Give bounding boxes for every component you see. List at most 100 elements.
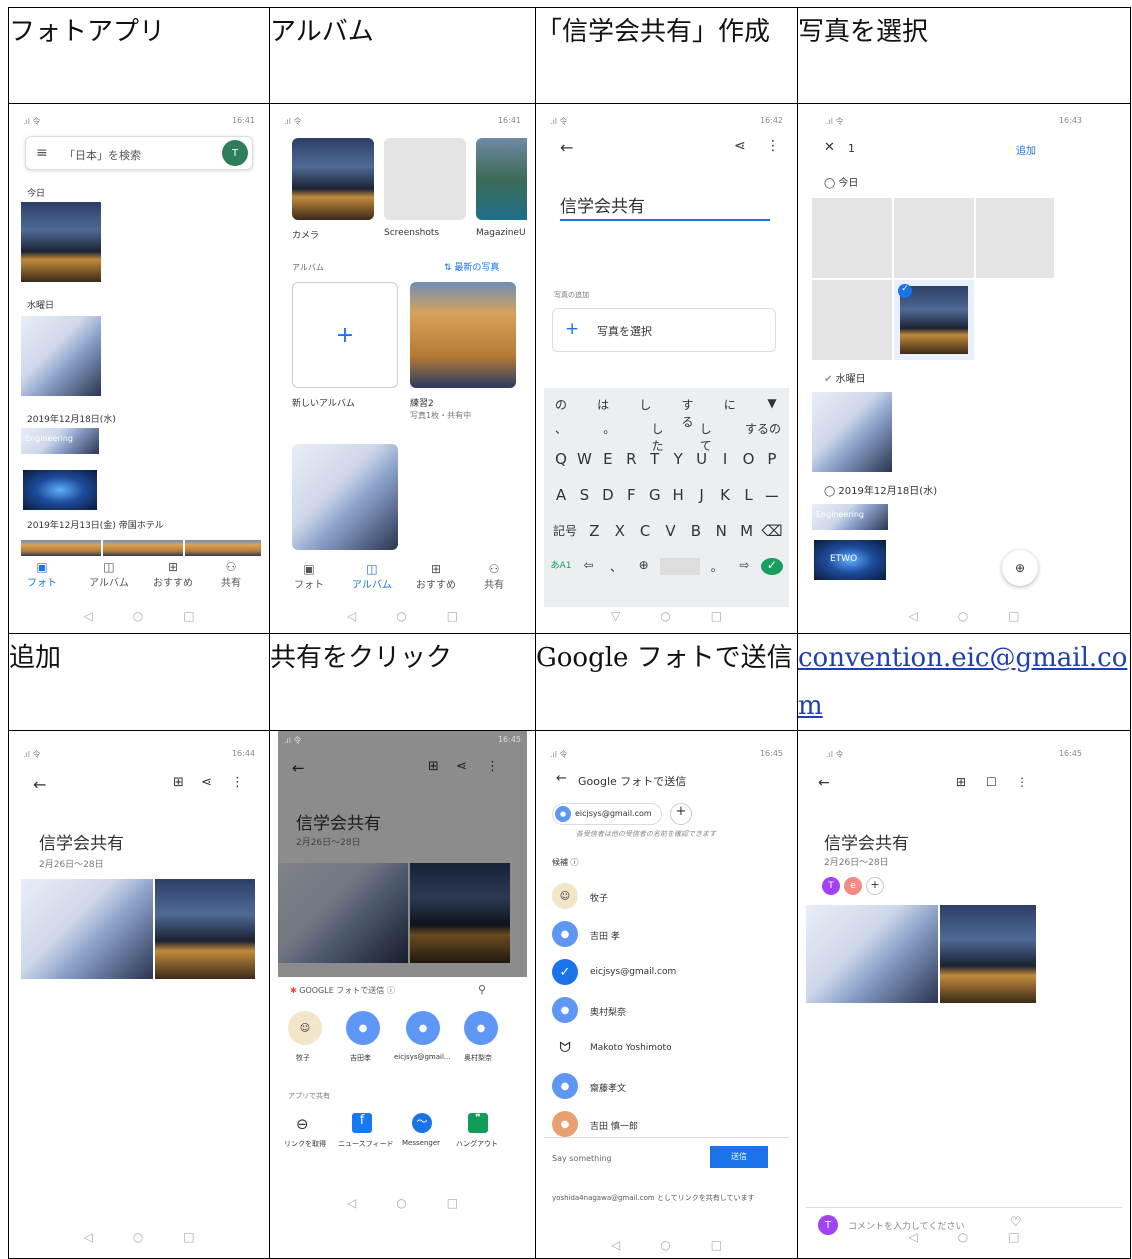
suggestion-row-2[interactable]: 、。した して するの (550, 420, 783, 454)
send-button[interactable]: 送信 (710, 1146, 768, 1168)
search-icon[interactable]: ⚲ (478, 983, 486, 996)
tab-sharing[interactable]: ⚇ 共有 (221, 560, 241, 589)
photo-thumb[interactable] (21, 540, 101, 556)
rabbit-avatar-icon[interactable]: ᗢ (552, 1035, 578, 1061)
photo-thumb[interactable] (103, 540, 183, 556)
album-thumb[interactable] (292, 444, 398, 550)
section-label[interactable]: ◯ 2019年12月18日(水) (824, 482, 937, 497)
more-icon[interactable]: ⋮ (1016, 775, 1028, 789)
section-label[interactable]: ◯ 今日 (824, 174, 858, 189)
key-row-q[interactable]: QWERTYUIOP (550, 450, 783, 468)
dialog-title: Google フォトで送信 (578, 775, 687, 788)
key-row-bottom[interactable]: あA1 ⇦、 ⊕ 。 ⇨ ✓ (550, 558, 783, 575)
contact-avatar[interactable]: ● (552, 1073, 578, 1099)
avatar[interactable]: T (222, 140, 248, 166)
hangouts-icon[interactable]: ❞ (468, 1113, 488, 1133)
contact-name[interactable]: 吉田 慎一郎 (590, 1119, 638, 1132)
contact-avatar[interactable]: ● (552, 1111, 578, 1137)
link-icon[interactable]: ⊖ (296, 1115, 309, 1133)
contact-avatar[interactable]: ● (552, 921, 578, 947)
photo-thumb[interactable] (894, 198, 974, 278)
section-label: アルバム (292, 263, 324, 272)
folder-thumb[interactable] (476, 138, 527, 220)
add-button[interactable]: 追加 (1016, 142, 1036, 157)
member-avatar[interactable]: e (844, 877, 862, 895)
contact-avatar[interactable]: ● (406, 1011, 440, 1045)
tab-photos[interactable]: ▣ フォト (294, 562, 324, 591)
photo-thumb[interactable] (812, 280, 892, 360)
photo-thumb[interactable] (21, 316, 101, 396)
photo-thumb-selected[interactable]: ✓ (894, 280, 974, 360)
contact-name[interactable]: eicjsys@gmail.com (590, 967, 676, 977)
tab-suggest[interactable]: ⊞ おすすめ (153, 560, 193, 589)
contact-avatar[interactable]: ☺ (288, 1011, 322, 1045)
search-input[interactable]: 「日本」を検索 (64, 147, 141, 163)
back-arrow-icon[interactable]: ← (556, 771, 567, 786)
member-avatar[interactable]: T (822, 877, 840, 895)
share-icon[interactable]: ⋖ (734, 138, 746, 154)
folder-thumb[interactable] (384, 138, 466, 220)
back-arrow-icon[interactable]: ← (818, 775, 830, 791)
select-photos-button[interactable]: + 写真を選択 (552, 308, 776, 352)
photo-thumb[interactable] (812, 392, 892, 472)
signal-icon: .ıl 令 (284, 117, 302, 126)
album-thumb[interactable] (410, 282, 516, 388)
contact-name[interactable]: 吉田 孝 (590, 929, 620, 942)
key-row-a[interactable]: ASDFGHJKLー (550, 486, 783, 507)
key-row-z[interactable]: 記号 Z X C V B N M ⌫ (550, 522, 783, 540)
email-link[interactable]: convention.eic@gmail.com (798, 643, 1127, 721)
photo-thumb[interactable] (21, 879, 153, 979)
folder-thumb[interactable] (292, 138, 374, 220)
more-icon[interactable]: ⋮ (231, 775, 244, 790)
facebook-icon[interactable]: f (352, 1113, 372, 1133)
recipient-chip[interactable]: ● eicjsys@gmail.com (552, 803, 662, 825)
photo-thumb[interactable] (806, 905, 938, 1003)
share-icon[interactable]: ⋖ (201, 775, 212, 790)
album-title-field[interactable]: 信学会共有 (560, 192, 770, 221)
photo-thumb[interactable] (21, 202, 101, 282)
close-icon[interactable]: ✕ (824, 140, 835, 155)
new-album-button[interactable]: + (292, 282, 398, 388)
message-input[interactable]: Say something (552, 1154, 612, 1163)
contact-avatar[interactable]: ☺ (552, 883, 578, 909)
contact-avatar[interactable]: ● (464, 1011, 498, 1045)
add-photo-icon[interactable]: ⊞ (956, 775, 966, 789)
tab-photos[interactable]: ▣ フォト (27, 560, 57, 589)
tab-albums[interactable]: ◫ アルバム (352, 562, 392, 591)
more-icon[interactable]: ⋮ (766, 138, 780, 154)
latest-photos-button[interactable]: ⇅ 最新の写真 (444, 260, 499, 273)
tab-suggest[interactable]: ⊞ おすすめ (416, 562, 456, 591)
menu-icon[interactable]: ≡ (36, 145, 48, 161)
recents-icon: □ (183, 1230, 195, 1244)
photo-thumb[interactable] (185, 540, 261, 556)
photo-thumb[interactable] (812, 198, 892, 278)
date-range: 2月26日〜28日 (39, 860, 104, 870)
back-arrow-icon[interactable]: ← (560, 138, 573, 157)
section-label[interactable]: ✔ 水曜日 (824, 370, 866, 385)
photo-thumb[interactable] (940, 905, 1036, 1003)
photo-thumb[interactable] (976, 198, 1054, 278)
comment-icon[interactable]: ☐ (986, 775, 997, 789)
photo-thumb[interactable] (23, 470, 97, 510)
add-photo-icon[interactable]: ⊞ (173, 775, 184, 790)
contact-name[interactable]: 奥村梨奈 (590, 1005, 626, 1018)
back-arrow-icon[interactable]: ← (33, 775, 46, 794)
contact-name[interactable]: Makoto Yoshimoto (590, 1043, 672, 1053)
contact-avatar[interactable]: ● (346, 1011, 380, 1045)
tab-albums[interactable]: ◫ アルバム (89, 560, 129, 589)
messenger-icon[interactable]: 〜 (412, 1113, 432, 1133)
search-bar[interactable]: ≡ 「日本」を検索 T (25, 136, 253, 170)
photo-thumb[interactable]: ETWO (814, 540, 886, 580)
add-member-icon[interactable]: + (866, 877, 884, 895)
contact-name[interactable]: 齋藤孝文 (590, 1081, 626, 1094)
check-icon[interactable]: ✓ (552, 959, 578, 985)
tab-sharing[interactable]: ⚇ 共有 (484, 562, 504, 591)
contact-avatar[interactable]: ● (552, 997, 578, 1023)
photo-thumb[interactable] (155, 879, 255, 979)
zoom-icon[interactable]: ⊕ (1002, 550, 1038, 586)
photo-thumb[interactable]: Engineering (21, 428, 99, 454)
photo-thumb[interactable]: Engineering (812, 504, 888, 530)
heart-icon[interactable]: ♡ (1010, 1215, 1022, 1230)
contact-name[interactable]: 牧子 (590, 891, 608, 904)
add-recipient-icon[interactable]: + (670, 803, 692, 825)
